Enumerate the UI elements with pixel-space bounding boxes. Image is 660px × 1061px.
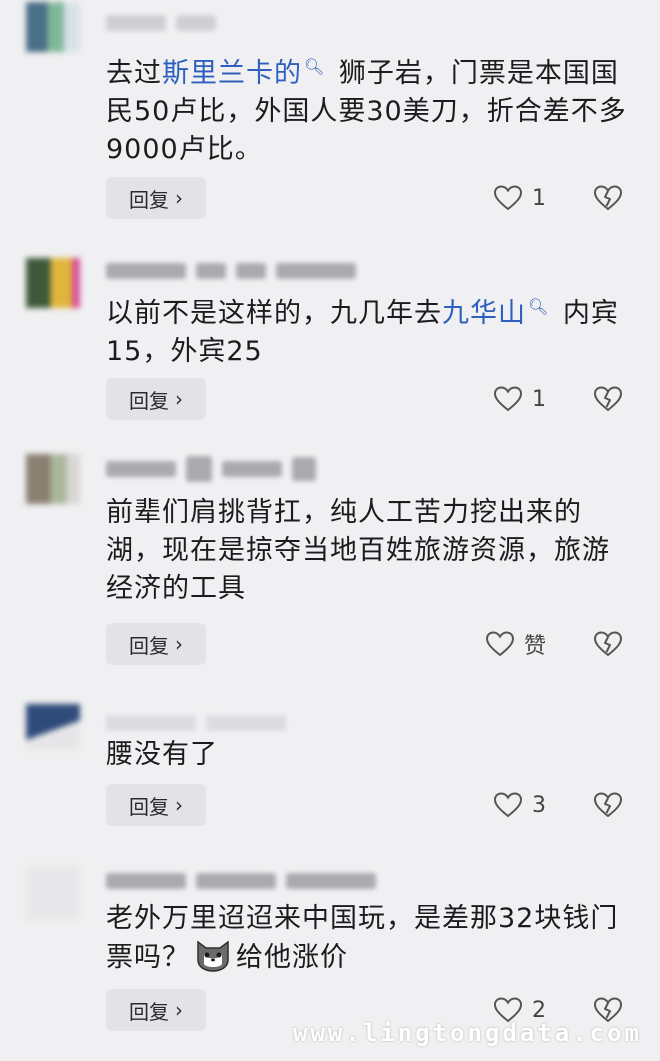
reply-button[interactable]: 回复 › (106, 177, 206, 219)
search-icon[interactable]: 🔍︎ (304, 57, 325, 76)
comment-meta (106, 12, 216, 34)
broken-heart-icon (594, 631, 622, 657)
watermark: www.lingtongdata.com (293, 1019, 642, 1047)
like-button[interactable]: 赞 (486, 623, 566, 665)
comment-text: 去过斯里兰卡的 🔍︎ 狮子岩，门票是本国国民50卢比，外国人要30美刀，折合差不多… (106, 48, 634, 169)
comment-meta (106, 260, 356, 282)
heart-outline-icon (494, 792, 522, 818)
avatar[interactable] (26, 866, 80, 920)
avatar[interactable] (26, 258, 80, 308)
like-count: 1 (532, 185, 546, 211)
heart-outline-icon (486, 631, 514, 657)
comment-text: 老外万里迢迢来中国玩，是差那32块钱门 票吗？ 给他涨价 (106, 900, 634, 977)
dislike-button[interactable] (594, 177, 624, 219)
search-icon[interactable]: 🔍︎ (528, 297, 549, 316)
like-button[interactable]: 1 (494, 378, 554, 420)
reply-label: 回复 (129, 794, 169, 819)
reply-label: 回复 (129, 388, 169, 413)
comment-text: 腰没有了 (106, 739, 218, 770)
like-button[interactable]: 1 (494, 177, 554, 219)
dislike-button[interactable] (594, 623, 624, 665)
broken-heart-icon (594, 792, 622, 818)
avatar[interactable] (26, 2, 80, 52)
chevron-right-icon: › (175, 793, 183, 817)
avatar[interactable] (26, 454, 80, 504)
heart-outline-icon (494, 185, 522, 211)
comment-text-line: 老外万里迢迢来中国玩，是差那32块钱门 (106, 903, 619, 934)
comment-text-line: 票吗？ 给他涨价 (106, 938, 634, 977)
chevron-right-icon: › (175, 387, 183, 411)
comment-meta (106, 712, 286, 734)
chevron-right-icon: › (175, 632, 183, 656)
comment-meta (106, 456, 316, 482)
chevron-right-icon: › (175, 186, 183, 210)
reply-button[interactable]: 回复 › (106, 784, 206, 826)
broken-heart-icon (594, 386, 622, 412)
comment-text-part: 去过 (106, 58, 162, 89)
cat-emoji-icon (197, 940, 229, 972)
dislike-button[interactable] (594, 378, 624, 420)
like-count: 3 (532, 792, 546, 818)
reply-label: 回复 (129, 999, 169, 1024)
broken-heart-icon (594, 185, 622, 211)
comment-text-part: 票吗？ (106, 942, 190, 973)
comment-meta (106, 870, 376, 892)
like-button[interactable]: 3 (494, 784, 554, 826)
like-count: 1 (532, 386, 546, 412)
reply-label: 回复 (129, 187, 169, 212)
comment-text-part: 给他涨价 (236, 942, 348, 973)
avatar[interactable] (26, 704, 80, 750)
comment-text: 以前不是这样的，九几年去九华山 🔍︎ 内宾15，外宾25 (106, 288, 634, 371)
comment-text: 前辈们肩挑背扛，纯人工苦力挖出来的湖，现在是掠夺当地百姓旅游资源，旅游经济的工具 (106, 497, 610, 604)
chevron-right-icon: › (175, 998, 183, 1022)
search-link[interactable]: 斯里兰卡的 (162, 58, 302, 89)
like-count: 赞 (524, 634, 547, 659)
reply-button[interactable]: 回复 › (106, 623, 206, 665)
reply-button[interactable]: 回复 › (106, 378, 206, 420)
reply-label: 回复 (129, 633, 169, 658)
comment-text-part: 以前不是这样的，九几年去 (106, 298, 442, 329)
search-link[interactable]: 九华山 (442, 298, 526, 329)
reply-button[interactable]: 回复 › (106, 989, 206, 1031)
heart-outline-icon (494, 386, 522, 412)
dislike-button[interactable] (594, 784, 624, 826)
